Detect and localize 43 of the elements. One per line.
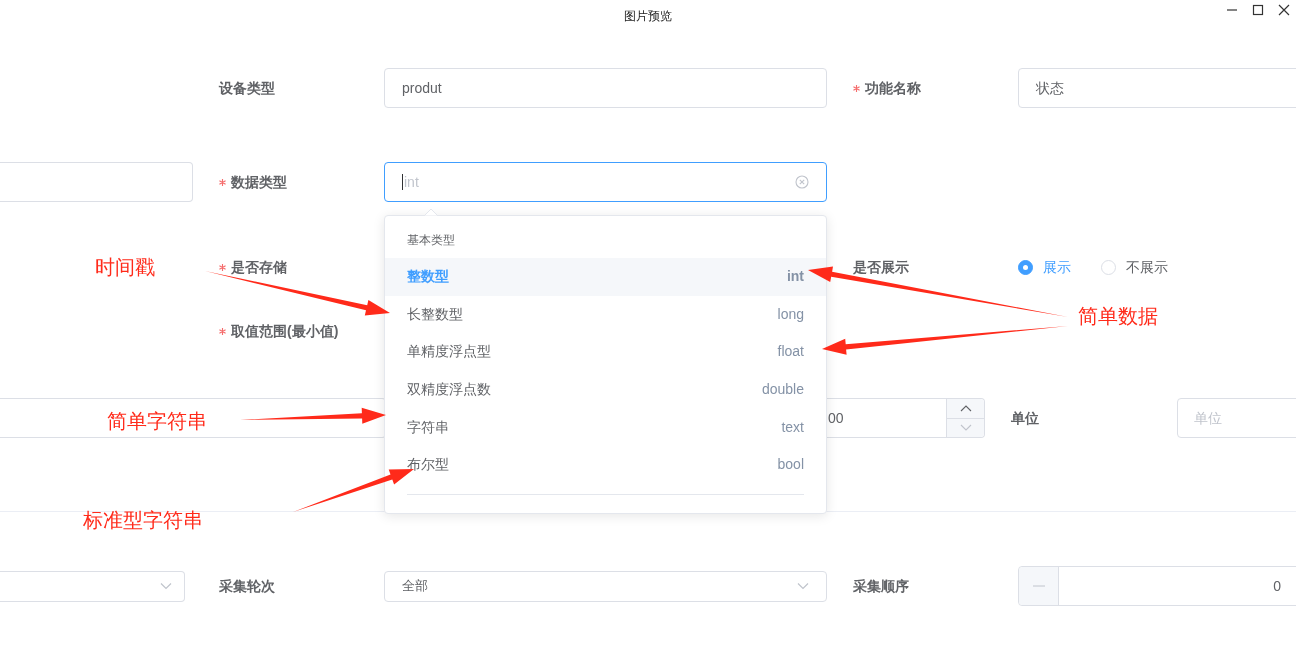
radio-label: 不展示 (1126, 257, 1168, 277)
dropdown-option[interactable]: 布尔型 bool (385, 445, 826, 484)
field-label: 单位 (1011, 408, 1039, 428)
dropdown-option[interactable]: 长整数型 long (385, 295, 826, 334)
annotation-text: 时间戳 (95, 255, 155, 280)
radio-button[interactable] (1018, 259, 1033, 275)
field-label: 采集顺序 (853, 576, 909, 596)
radio-label: 展示 (1043, 257, 1071, 277)
field-label: 采集轮次 (219, 576, 275, 596)
field-label: 功能名称 (865, 78, 921, 98)
group-title: 基本类型 (407, 232, 455, 249)
collect-round-select[interactable]: 全部 (384, 570, 827, 602)
text-cursor (402, 174, 403, 190)
chevron-up-icon[interactable] (959, 404, 972, 412)
field-label: 是否展示 (853, 257, 909, 277)
annotation-text: 简单字符串 (107, 409, 207, 434)
dropdown-option[interactable]: 双精度浮点数 double (385, 370, 826, 409)
chevron-down-icon (797, 582, 809, 590)
field-label: 设备类型 (219, 78, 275, 98)
required-icon (219, 263, 226, 271)
dropdown-option[interactable]: 单精度浮点型 float (385, 333, 826, 371)
field-label: 是否存储 (231, 257, 287, 277)
select-placeholder: int (404, 172, 420, 192)
close-icon[interactable] (1278, 4, 1290, 16)
required-icon (219, 178, 226, 186)
function-name-input[interactable]: 状态 (1018, 68, 1296, 108)
window-title: 图片预览 (624, 8, 672, 25)
chevron-down-icon[interactable] (959, 424, 972, 432)
device-type-input[interactable]: produt (384, 68, 827, 108)
required-icon (219, 327, 226, 335)
field-label: 数据类型 (231, 172, 287, 192)
field-label: 取值范围(最小值) (231, 321, 339, 341)
required-icon (853, 84, 860, 92)
annotation-text: 简单数据 (1078, 304, 1158, 329)
maximize-icon[interactable] (1252, 4, 1264, 16)
chevron-down-icon (160, 582, 172, 590)
select-field[interactable] (0, 570, 185, 602)
annotation-text: 标准型字符串 (83, 508, 203, 533)
clear-icon[interactable] (795, 175, 809, 189)
dropdown-option[interactable]: 字符串 text (385, 408, 826, 446)
number-input[interactable]: 0 (1018, 566, 1296, 606)
text-input[interactable] (0, 162, 193, 202)
number-input[interactable]: 00 (826, 398, 985, 438)
